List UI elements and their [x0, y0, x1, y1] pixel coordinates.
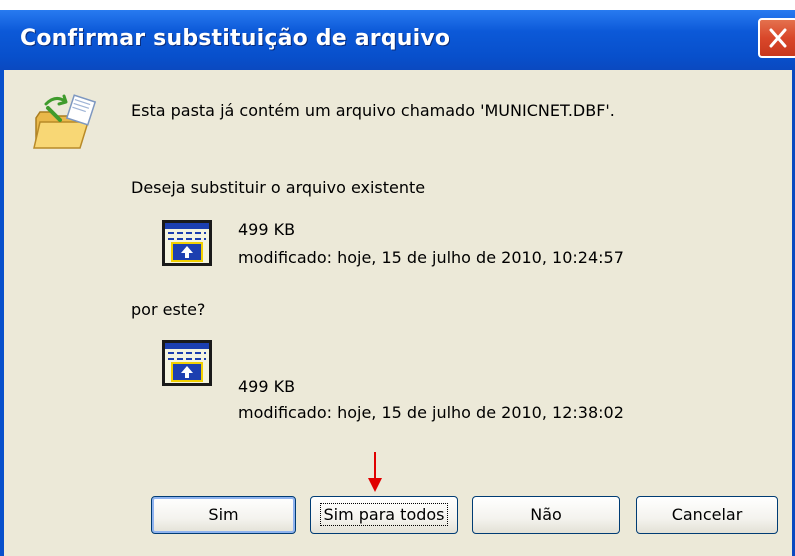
yes-to-all-button-label: Sim para todos [320, 503, 448, 526]
window-left-border [0, 70, 4, 556]
folder-replace-icon [33, 94, 97, 149]
existing-file-modified: modificado: hoje, 15 de julho de 2010, 1… [238, 248, 624, 267]
yes-button[interactable]: Sim [151, 496, 296, 534]
dbf-file-icon [162, 220, 212, 266]
title-bar[interactable]: Confirmar substituição de arquivo [0, 0, 795, 70]
existing-file-size: 499 KB [238, 220, 296, 239]
by-this-label: por este? [131, 300, 206, 319]
dbf-file-icon [162, 340, 212, 386]
close-button[interactable] [758, 18, 795, 58]
replace-question: Deseja substituir o arquivo existente [131, 178, 426, 197]
cancel-button-label: Cancelar [671, 505, 743, 524]
yes-button-label: Sim [208, 505, 239, 524]
annotation-arrow-icon [368, 452, 382, 492]
new-file-size: 499 KB [238, 377, 296, 396]
no-button-label: Não [530, 505, 562, 524]
yes-to-all-button[interactable]: Sim para todos [310, 496, 458, 534]
no-button[interactable]: Não [472, 496, 620, 534]
new-file-modified: modificado: hoje, 15 de julho de 2010, 1… [238, 403, 624, 422]
titlebar-top-strip [0, 0, 795, 10]
close-icon [769, 28, 787, 48]
cancel-button[interactable]: Cancelar [636, 496, 778, 534]
exists-message: Esta pasta já contém um arquivo chamado … [131, 101, 615, 120]
dialog-title: Confirmar substituição de arquivo [20, 26, 451, 51]
replace-file-dialog: Confirmar substituição de arquivo Esta p… [0, 0, 795, 556]
dialog-body [0, 70, 795, 556]
